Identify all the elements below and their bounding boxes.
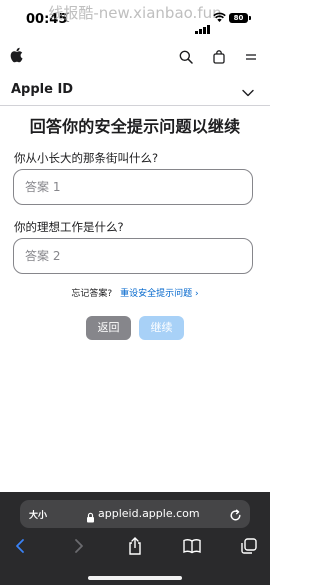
wifi-icon xyxy=(213,12,226,26)
text-size-button[interactable]: 大小 xyxy=(29,508,47,521)
answer-1-field[interactable] xyxy=(13,169,253,205)
bookmarks-icon[interactable] xyxy=(182,537,202,555)
reset-security-questions-link[interactable]: 重设安全提示问题 › xyxy=(120,289,198,299)
forgot-answers-label: 忘记答案? xyxy=(71,289,113,299)
forward-arrow-icon xyxy=(68,537,88,555)
answer-2-field[interactable] xyxy=(13,238,253,274)
subnav-title[interactable]: Apple ID xyxy=(11,82,73,97)
help-links: 忘记答案? 重设安全提示问题 › xyxy=(0,286,270,299)
cellular-signal-icon xyxy=(195,15,211,34)
lock-icon xyxy=(86,508,95,523)
reload-icon[interactable] xyxy=(229,507,242,521)
shopping-bag-icon[interactable] xyxy=(212,49,226,64)
back-button[interactable]: 返回 xyxy=(86,316,131,340)
url-text[interactable]: appleid.apple.com xyxy=(98,507,200,520)
back-arrow-icon[interactable] xyxy=(11,537,31,555)
apple-logo-icon[interactable] xyxy=(10,47,23,67)
share-icon[interactable] xyxy=(125,537,145,555)
battery-cap xyxy=(249,16,251,20)
tabs-icon[interactable] xyxy=(239,537,259,555)
chevron-down-icon[interactable] xyxy=(241,83,255,97)
question-1-label: 你从小长大的那条街叫什么? xyxy=(14,151,159,165)
search-icon[interactable] xyxy=(179,49,193,64)
page-title: 回答你的安全提示问题以继续 xyxy=(29,117,241,136)
menu-icon[interactable] xyxy=(244,49,258,63)
home-indicator xyxy=(88,576,182,580)
continue-button[interactable]: 继续 xyxy=(139,316,184,340)
battery-icon: 80 xyxy=(229,13,248,23)
question-2-label: 你的理想工作是什么? xyxy=(14,220,124,234)
